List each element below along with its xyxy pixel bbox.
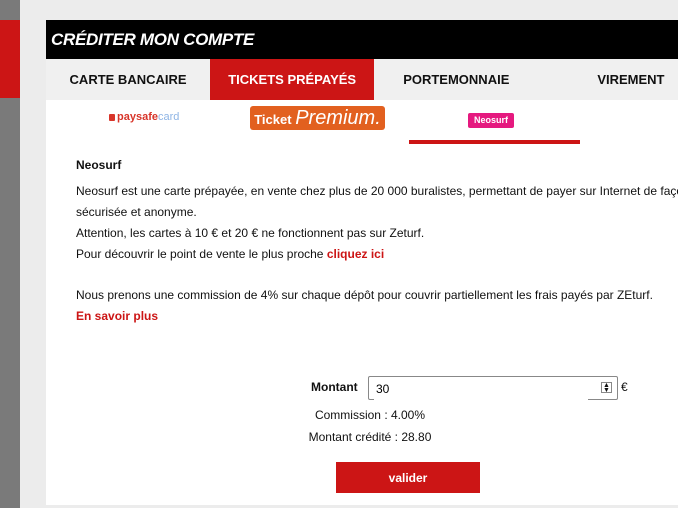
method-description: Neosurf Neosurf est une carte prépayée, … — [46, 158, 678, 327]
payment-tabs: CARTE BANCAIRE TICKETS PRÉPAYÉS PORTEMON… — [46, 59, 678, 100]
amount-input[interactable] — [374, 378, 588, 400]
tab-portemonnaie[interactable]: PORTEMONNAIE — [374, 59, 538, 100]
warning-line: Attention, les cartes à 10 € et 20 € ne … — [76, 226, 425, 240]
tab-carte-bancaire[interactable]: CARTE BANCAIRE — [46, 59, 210, 100]
submit-button[interactable]: valider — [336, 462, 480, 493]
method-heading: Neosurf — [76, 158, 122, 172]
description-line-1: Neosurf est une carte prépayée, en vente… — [76, 184, 678, 198]
lock-icon — [109, 114, 115, 121]
currency-symbol: € — [621, 380, 628, 394]
point-of-sale-line: Pour découvrir le point de vente le plus… — [76, 244, 678, 265]
selected-method-indicator — [409, 140, 580, 144]
point-of-sale-text: Pour découvrir le point de vente le plus… — [76, 247, 327, 261]
cliquez-ici-link[interactable]: cliquez ici — [327, 247, 384, 261]
credit-account-panel: CRÉDITER MON COMPTE CARTE BANCAIRE TICKE… — [46, 20, 678, 505]
spinner-arrows-icon[interactable]: ▲ ▼ — [601, 382, 612, 394]
tab-tickets-prepayes[interactable]: TICKETS PRÉPAYÉS — [210, 59, 375, 100]
panel-title: CRÉDITER MON COMPTE — [46, 20, 678, 59]
ticket-premium-prefix: Ticket — [254, 112, 292, 127]
paysafecard-option[interactable]: paysafecard — [109, 111, 179, 123]
description-line-2: sécurisée et anonyme. — [76, 205, 197, 219]
credited-amount: Montant crédité : 28.80 — [308, 430, 432, 444]
amount-field-wrapper: ▲▼ — [368, 376, 618, 400]
ticket-premium-option[interactable]: Ticket Premium. — [250, 106, 385, 130]
learn-more-link[interactable]: En savoir plus — [76, 306, 678, 327]
sidebar-accent-block — [0, 20, 20, 98]
prepaid-method-selector: paysafecard Ticket Premium. Neosurf — [46, 100, 678, 145]
top-spacer — [20, 0, 678, 20]
ticket-premium-name: Premium. — [295, 107, 381, 129]
commission-rate: Commission : 4.00% — [314, 408, 426, 422]
tab-virement[interactable]: VIREMENT — [538, 59, 678, 100]
paysafe-brand: paysafe — [117, 111, 158, 123]
neosurf-option[interactable]: Neosurf — [468, 113, 514, 128]
amount-label: Montant — [311, 380, 358, 394]
paysafe-suffix: card — [157, 111, 180, 123]
left-sidebar-strip — [0, 0, 20, 508]
commission-notice: Nous prenons une commission de 4% sur ch… — [76, 288, 653, 302]
